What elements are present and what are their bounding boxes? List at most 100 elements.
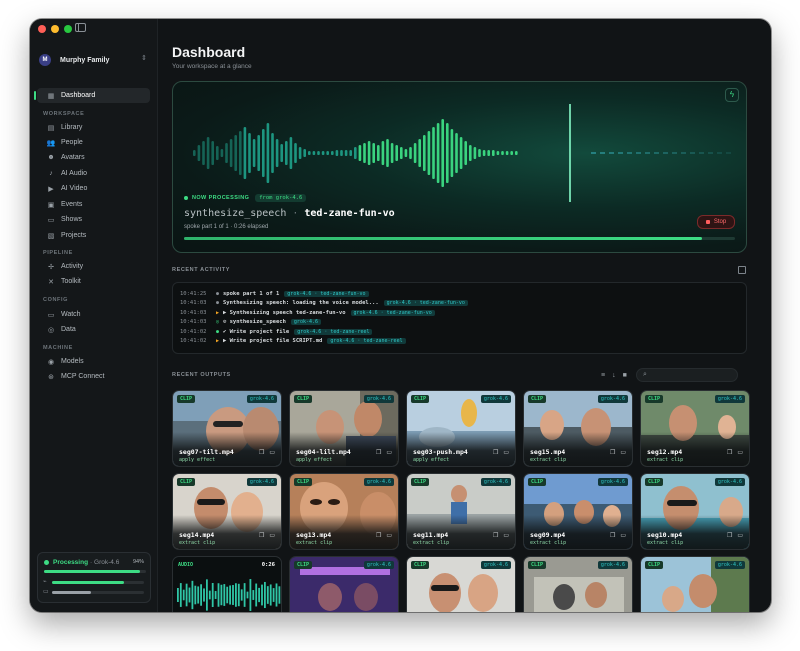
output-card[interactable]: CLIP grok-4.6 [523, 556, 633, 612]
folder-icon[interactable]: ▭ [269, 532, 275, 539]
audio-wave-bar [220, 584, 223, 606]
copy-icon[interactable]: ❐ [493, 449, 498, 456]
waveform-bar [372, 143, 375, 163]
copy-icon[interactable]: ❐ [727, 532, 732, 539]
clip-name: seg11.mp4 [413, 531, 449, 539]
copy-icon[interactable]: ❐ [376, 532, 381, 539]
clip-badge: CLIP [645, 478, 664, 486]
filter-icon[interactable]: ≡ [601, 372, 605, 379]
copy-icon[interactable]: ❐ [376, 449, 381, 456]
output-card[interactable]: CLIP grok-4.6 seg10.mp4 extract clip ❐ ▭ [640, 473, 750, 550]
waveform-bar [262, 129, 265, 177]
output-card[interactable]: CLIP grok-4.6 seg14.mp4 extract clip ❐ ▭ [172, 473, 282, 550]
copy-icon[interactable]: ❐ [259, 449, 264, 456]
output-card[interactable]: CLIP grok-4.6 seg09.mp4 extract clip ❐ ▭ [523, 473, 633, 550]
output-card[interactable]: CLIP grok-4.6 [406, 556, 516, 612]
sidebar-item-models[interactable]: ◉ Models [37, 354, 150, 369]
clip-badge: CLIP [528, 395, 547, 403]
audio-card[interactable]: AUDIO 0:26 [172, 556, 282, 612]
audio-wave-bar [255, 583, 258, 607]
clip-badge: CLIP [645, 561, 664, 569]
waveform-bar [266, 123, 270, 183]
clip-badge: CLIP [177, 478, 196, 486]
waveform-bar [450, 129, 454, 177]
copy-icon[interactable]: ❐ [610, 532, 615, 539]
sort-down-icon[interactable]: ↓ [612, 372, 616, 379]
copy-icon[interactable]: ❐ [259, 532, 264, 539]
status-header: Processing · Grok-4.6 [44, 559, 119, 566]
folder-icon[interactable]: ▭ [386, 532, 392, 539]
search-input[interactable] [652, 370, 734, 380]
folder-icon[interactable]: ▭ [503, 449, 509, 456]
folder-icon[interactable]: ▭ [503, 532, 509, 539]
sidebar-item-avatars[interactable]: ☻ Avatars [37, 150, 150, 165]
waveform-tail [699, 152, 704, 154]
output-card[interactable]: CLIP grok-4.6 seg12.mp4 extract clip ❐ ▭ [640, 390, 750, 467]
stop-button[interactable]: Stop [697, 215, 735, 229]
sidebar-item-shows[interactable]: ▭ Shows [37, 212, 150, 227]
card-actions: ❐ ▭ [376, 532, 392, 539]
log-message: ▶ Write project file SCRIPT.md [223, 338, 323, 345]
output-card[interactable]: CLIP grok-4.6 seg15.mp4 extract clip ❐ ▭ [523, 390, 633, 467]
card-actions: ❐ ▭ [610, 449, 626, 456]
sidebar-item-events[interactable]: ▣ Events [37, 197, 150, 212]
waveform-bar [248, 133, 251, 173]
waveform-bar [367, 141, 371, 165]
activity-log: 10:41:25 ● spoke part 1 of 1 grok-4.6 · ted… [172, 282, 747, 354]
model-badge: grok-4.6 [480, 478, 511, 486]
folder-icon[interactable]: ▭ [269, 449, 275, 456]
minimize-window-button[interactable] [51, 25, 59, 33]
waveform-bar [349, 150, 352, 156]
close-window-button[interactable] [38, 25, 46, 33]
sidebar-item-watch[interactable]: ▭ Watch [37, 307, 150, 322]
sidebar-item-ai-audio[interactable]: ♪ AI Audio [37, 166, 150, 181]
sidebar-item-mcp-connect[interactable]: ⊛ MCP Connect [37, 369, 150, 384]
clip-action: apply effect [179, 457, 216, 463]
folder-icon[interactable]: ▭ [620, 449, 626, 456]
copy-icon[interactable]: ❐ [610, 449, 615, 456]
sidebar-toggle-icon[interactable] [75, 23, 86, 32]
audio-wave-bar [185, 583, 188, 607]
source-badge: from grok-4.6 [255, 194, 307, 202]
audio-wave-bar [203, 588, 205, 602]
copy-icon[interactable]: ❐ [493, 532, 498, 539]
grid-view-icon[interactable]: ■ [623, 372, 627, 379]
output-card[interactable]: CLIP grok-4.6 [640, 556, 750, 612]
sidebar-item-ai-video[interactable]: ▶ AI Video [37, 181, 150, 196]
folder-icon[interactable]: ▭ [386, 449, 392, 456]
folder-icon[interactable]: ▭ [737, 449, 743, 456]
copy-icon[interactable] [738, 266, 746, 274]
sidebar-item-label: Dashboard [61, 92, 96, 99]
sidebar-item-people[interactable]: 👥 People [37, 135, 150, 150]
sidebar-item-toolkit[interactable]: ✕ Toolkit [37, 274, 150, 289]
output-card[interactable]: CLIP grok-4.6 seg03-push.mp4 apply effec… [406, 390, 516, 467]
sidebar-item-dashboard[interactable]: ▦ Dashboard [34, 88, 150, 103]
output-card[interactable]: CLIP grok-4.6 seg07-tilt.mp4 apply effec… [172, 390, 282, 467]
bolt-icon[interactable]: ϟ [725, 88, 739, 102]
sidebar-item-projects[interactable]: ▧ Projects [37, 228, 150, 243]
copy-icon[interactable]: ❐ [727, 449, 732, 456]
folder-icon[interactable]: ▭ [620, 532, 626, 539]
outputs-search[interactable]: ⌕ [636, 368, 738, 382]
output-card[interactable]: CLIP grok-4.6 seg04-lilt.mp4 apply effec… [289, 390, 399, 467]
card-actions: ❐ ▭ [727, 532, 743, 539]
folder-icon[interactable]: ▭ [737, 532, 743, 539]
model-badge: grok-4.6 [480, 561, 511, 569]
waveform-bar [298, 147, 302, 159]
audio-wave-bar [269, 584, 272, 606]
sidebar-item-label: Avatars [61, 154, 85, 161]
waveform-bar [321, 151, 325, 155]
output-card[interactable]: CLIP grok-4.6 [289, 556, 399, 612]
video-icon: ▶ [48, 185, 54, 193]
output-card[interactable]: CLIP grok-4.6 seg11.mp4 extract clip ❐ ▭ [406, 473, 516, 550]
model-badge: grok-4.6 [714, 561, 745, 569]
processing-status-card[interactable]: Processing · Grok-4.6 94% ⌁ ▭ [37, 552, 151, 603]
sidebar-item-activity[interactable]: ✢ Activity [37, 259, 150, 274]
sidebar-item-library[interactable]: ▤ Library [37, 120, 150, 135]
family-switcher[interactable]: M Murphy Family ⇕ [39, 50, 149, 70]
zoom-window-button[interactable] [64, 25, 72, 33]
waveform-tail [681, 152, 686, 154]
hero-progress-bar [184, 237, 735, 240]
sidebar-item-data[interactable]: ◎ Data [37, 322, 150, 337]
output-card[interactable]: CLIP grok-4.6 seg13.mp4 extract clip ❐ ▭ [289, 473, 399, 550]
